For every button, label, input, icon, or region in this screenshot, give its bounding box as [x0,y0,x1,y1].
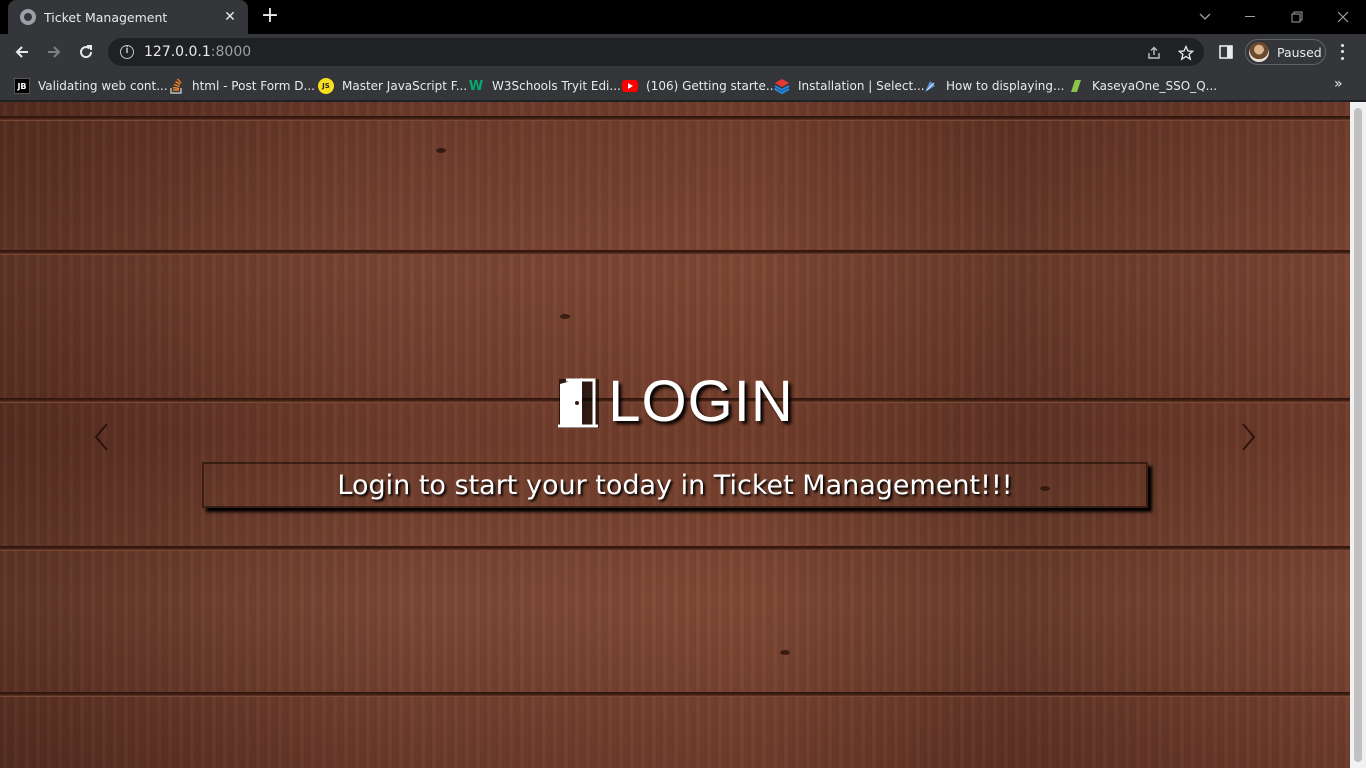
wood-knot [560,314,570,319]
url-host: 127.0.0.1 [144,44,211,60]
bookmark-label: Installation | Select... [798,79,925,93]
reload-button[interactable] [72,38,100,66]
bookmark-label: W3Schools Tryit Edi... [492,79,621,93]
minimize-icon[interactable] [1228,0,1274,34]
close-window-icon[interactable] [1320,0,1366,34]
wood-plank-seam [0,692,1350,697]
bookmark-item[interactable]: JB Validating web cont... [14,75,168,97]
kaseya-icon [1068,78,1084,94]
selenium-icon [774,78,790,94]
reload-icon [80,45,93,59]
bookmark-label: How to displaying... [946,79,1065,93]
vertical-scrollbar[interactable] [1350,102,1366,768]
wood-knot [436,148,446,153]
wood-plank-seam [0,116,1350,121]
page-title: LOGIN [0,370,1350,434]
side-panel-icon [1219,45,1233,59]
close-tab-icon[interactable]: ✕ [222,9,238,25]
arrow-right-icon [48,46,61,58]
restore-icon[interactable] [1274,0,1320,34]
bookmark-item[interactable]: html - Post Form D... [168,75,315,97]
profile-status: Paused [1277,44,1322,60]
wood-plank-seam [0,546,1350,551]
youtube-icon [622,78,638,94]
bookmark-icon [922,78,938,94]
login-heading: LOGIN [608,369,794,434]
jetbrains-icon: JB [14,78,30,94]
tab-title: Ticket Management [44,9,168,25]
share-icon[interactable] [1146,45,1162,61]
new-tab-button[interactable]: + [258,5,282,29]
bookmark-label: KaseyaOne_SSO_Q... [1092,79,1218,93]
tab-strip: Ticket Management ✕ + [0,0,1366,34]
javascript-icon: JS [318,78,334,94]
wood-knot [780,650,790,655]
more-bookmarks-icon[interactable]: » [1334,76,1343,92]
bookmark-star-icon[interactable] [1178,45,1194,61]
bookmark-item[interactable]: Installation | Select... [774,75,925,97]
wood-plank-seam [0,250,1350,255]
arrow-left-icon [15,46,28,58]
back-button[interactable] [8,38,36,66]
avatar [1249,42,1269,62]
door-open-icon [558,378,600,428]
bookmark-item[interactable]: How to displaying... [922,75,1064,97]
site-info-icon[interactable]: i [120,45,134,59]
bookmark-item[interactable]: KaseyaOne_SSO_Q... [1068,75,1217,97]
bookmark-item[interactable]: W W3Schools Tryit Edi... [468,75,621,97]
bookmark-item[interactable]: (106) Getting starte... [622,75,777,97]
browser-toolbar: i 127.0.0.1:8000 Paused [0,34,1366,70]
stackoverflow-icon [168,78,184,94]
profile-button[interactable]: Paused [1245,39,1326,65]
browser-tab[interactable]: Ticket Management ✕ [8,0,248,34]
tab-search-icon[interactable] [1182,0,1228,34]
url-port: :8000 [210,44,252,60]
forward-button[interactable] [40,38,68,66]
bookmark-item[interactable]: JS Master JavaScript F... [318,75,467,97]
globe-icon [20,9,36,25]
w3schools-icon: W [468,78,484,94]
hero-subtitle: Login to start your today in Ticket Mana… [337,469,1013,501]
address-bar[interactable]: i 127.0.0.1:8000 [108,38,1204,66]
subtitle-box: Login to start your today in Ticket Mana… [202,462,1148,508]
bookmark-label: html - Post Form D... [192,79,315,93]
bookmark-label: Validating web cont... [38,79,168,93]
bookmark-label: (106) Getting starte... [646,79,778,93]
scrollbar-thumb[interactable] [1354,108,1362,762]
menu-icon[interactable] [1336,42,1348,62]
bookmarks-bar: JB Validating web cont... html - Post Fo… [0,70,1366,101]
bookmark-label: Master JavaScript F... [342,79,468,93]
side-panel-button[interactable] [1212,38,1240,66]
page-viewport: LOGIN Login to start your today in Ticke… [0,102,1350,768]
